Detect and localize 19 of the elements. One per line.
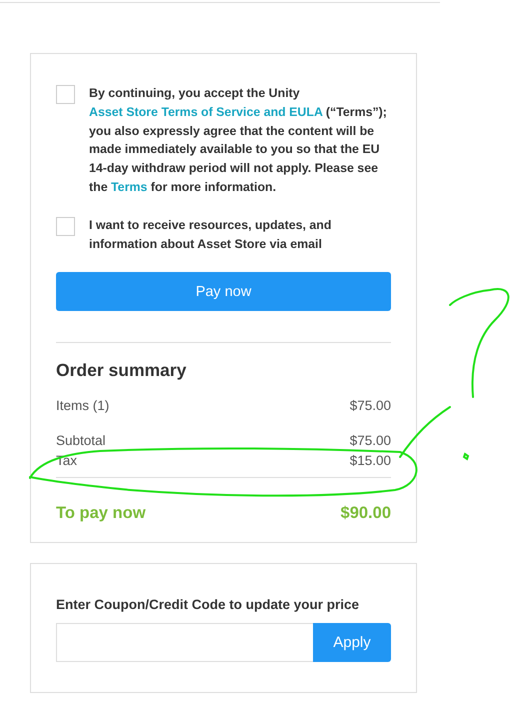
summary-amount: $75.00 [350, 432, 391, 450]
terms-link[interactable]: Terms [111, 180, 148, 194]
summary-label: Subtotal [56, 432, 106, 450]
summary-amount: $75.00 [350, 397, 391, 416]
coupon-label: Enter Coupon/Credit Code to update your price [56, 597, 360, 614]
terms-link[interactable]: Terms of Service and EULA [161, 104, 322, 119]
total-amount: $90.00 [340, 503, 391, 524]
order-summary-title: Order summary [56, 359, 188, 382]
apply-button[interactable]: Apply [313, 623, 391, 662]
terms-link[interactable]: Asset Store [89, 104, 162, 119]
summary-amount: $15.00 [350, 452, 391, 470]
summary-label: Items (1) [56, 397, 110, 416]
consent-text: I want to receive resources, updates, and information about Asset Store via email [89, 216, 332, 253]
checkbox[interactable] [56, 216, 75, 236]
checkbox[interactable] [56, 85, 75, 104]
consent-text: By continuing, you accept the Unity Asset Store Terms of Service and EULA (“Terms”); you also expressly agree that the content will be made immediately available to you so that the EU 14-day withdraw period will not apply. Please see the Terms for more information. [89, 85, 388, 196]
coupon-input-field[interactable] [56, 623, 313, 662]
pay-now-button[interactable]: Pay now [56, 272, 391, 312]
total-label: To pay now [56, 503, 146, 524]
